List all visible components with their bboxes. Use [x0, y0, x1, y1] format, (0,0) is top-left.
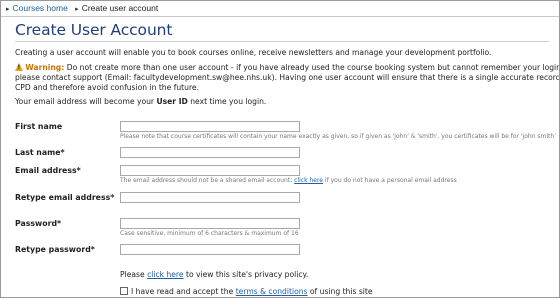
terms-and-conditions-link[interactable]: terms & conditions: [236, 287, 308, 296]
userid-note-bold: User ID: [156, 97, 188, 106]
first-name-input[interactable]: [120, 121, 300, 132]
terms-checkbox[interactable]: [120, 287, 128, 295]
retype-email-label: Retype email address*: [15, 193, 115, 202]
title-divider: [15, 41, 549, 42]
first-name-help: Please note that course certificates wil…: [120, 133, 556, 140]
shared-email-click-here-link[interactable]: click here: [294, 177, 323, 184]
breadcrumb-current: Create user account: [81, 3, 159, 13]
privacy-text: Please: [120, 270, 148, 279]
breadcrumb-courses-home-link[interactable]: Courses home: [13, 3, 68, 13]
warning-label: Warning:: [25, 63, 65, 72]
breadcrumb: ▸ Courses home ▸ Create user account: [1, 1, 559, 17]
retype-email-input[interactable]: [120, 192, 300, 203]
page-frame: ▸ Courses home ▸ Create user account Creat…: [0, 0, 560, 298]
email-label: Email address*: [15, 166, 81, 175]
retype-password-input[interactable]: [120, 244, 300, 255]
privacy-click-here-link[interactable]: click here: [147, 270, 184, 279]
last-name-input[interactable]: [120, 147, 300, 158]
userid-note-text-end: next time you login.: [187, 97, 267, 106]
intro-text: Creating a user account will enable you …: [15, 48, 492, 57]
userid-note: Your email address will become your User…: [15, 97, 555, 107]
userid-note-text: Your email address will become your: [15, 97, 157, 106]
terms-row: I have read and accept the terms & condi…: [120, 287, 373, 296]
warning-text-line-2: please contact support (Email: facultyde…: [15, 73, 560, 83]
password-input[interactable]: [120, 218, 300, 229]
retype-password-label: Retype password*: [15, 245, 95, 254]
last-name-label: Last name*: [15, 148, 65, 157]
email-help-text-end: if you do not have a personal email addr…: [323, 177, 457, 184]
terms-text-end: of using this site: [307, 287, 373, 296]
email-help-text: The email address should not be a shared…: [120, 177, 295, 184]
privacy-note: Please click here to view this site's pr…: [120, 270, 308, 279]
first-name-label: First name: [15, 122, 63, 131]
terms-text: I have read and accept the: [131, 287, 236, 296]
warning-message: Warning: Do not create more than one use…: [15, 62, 560, 94]
email-input[interactable]: [120, 165, 300, 176]
page-title: Create User Account: [15, 21, 173, 39]
breadcrumb-arrow-icon: ▸: [6, 6, 10, 13]
breadcrumb-arrow-icon: ▸: [75, 6, 79, 13]
warning-text-line-1: Do not create more than one user account…: [66, 63, 560, 72]
password-help: Case sensitive, minimum of 6 characters …: [120, 230, 299, 237]
privacy-text-end: to view this site's privacy policy.: [183, 270, 309, 279]
warning-text-line-3: CPD and therefore avoid confusion in the…: [15, 83, 200, 93]
warning-icon: [15, 63, 23, 71]
password-label: Password*: [15, 219, 62, 228]
email-help: The email address should not be a shared…: [120, 177, 457, 184]
